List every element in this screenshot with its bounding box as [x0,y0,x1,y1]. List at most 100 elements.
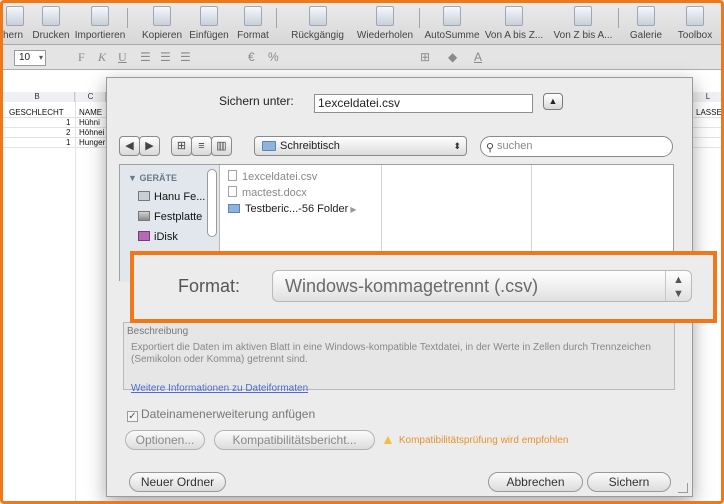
undo-icon [308,6,327,26]
toolbar-separator [127,8,128,28]
italic-button[interactable]: K [98,50,106,65]
sigma-icon [443,6,461,26]
sidebar-item-hanu[interactable]: Hanu Fe... [138,191,205,203]
forward-button[interactable]: ▶ [139,136,160,156]
toolbar-copy-button[interactable]: Kopieren [138,2,186,44]
underline-button[interactable]: U [118,50,127,65]
toolbox-icon [686,6,704,26]
toolbar-save-button[interactable]: chern [0,2,30,44]
warning-icon: ▲ [381,431,395,447]
document-icon [228,170,237,181]
redo-icon [376,6,394,26]
toolbar-format-button[interactable]: Format [233,2,273,44]
cell-header-geschlecht[interactable]: GESCHLECHT [9,108,64,117]
toolbar-toolbox-button[interactable]: Toolbox [672,2,718,44]
align-center-icon[interactable]: ☰ [160,50,171,65]
cancel-button[interactable]: Abbrechen [488,472,583,492]
save-as-filename-input[interactable]: 1exceldatei.csv [314,94,533,113]
back-button[interactable]: ◀ [119,136,140,156]
toolbar-redo-button[interactable]: Wiederholen [355,2,415,44]
icon-grid-icon: ⊞ [176,140,187,152]
font-size-select[interactable]: 10 ▾ [14,50,46,66]
brush-icon [244,6,262,26]
hard-disk-icon [138,211,150,221]
table-row-number[interactable]: 2 [66,128,70,137]
column-header-c[interactable]: C [76,92,106,102]
description-title: Beschreibung [127,326,189,337]
extension-checkbox-row[interactable]: ✓ Dateinamenerweiterung anfügen [127,407,315,422]
resize-grip[interactable] [678,483,688,493]
folder-icon [262,141,276,151]
save-button[interactable]: Sichern [587,472,671,492]
save-as-label: Sichern unter: [219,94,294,108]
toolbar-paste-button[interactable]: Einfügen [187,2,231,44]
toolbar-undo-button[interactable]: Rückgängig [290,2,345,44]
sidebar-item-festplatte[interactable]: Festplatte [138,211,202,223]
sidebar-item-idisk[interactable]: iDisk [138,231,178,243]
compatibility-warning: ▲ Kompatibilitätsprüfung wird empfohlen [381,431,569,447]
location-select[interactable]: Schreibtisch ⬍ [254,136,467,156]
file-item-folder[interactable]: Testberic...-56 Folder ▶ [228,203,356,215]
devices-heading: ▼ GERÄTE [128,173,177,183]
sort-descending-icon [574,6,592,26]
column-header-b[interactable]: B [0,92,75,102]
gallery-icon [637,6,655,26]
collapse-dialog-button[interactable]: ▲ [543,93,563,110]
fill-color-icon[interactable]: ◆ [448,50,457,65]
format-highlight: Format: Windows-kommagetrennt (.csv) ▲ ▼ [130,251,717,323]
search-input[interactable]: ⚲ suchen [480,136,673,157]
align-left-icon[interactable]: ☰ [140,50,151,65]
idisk-icon [138,231,150,241]
bold-button[interactable]: F [78,50,85,65]
table-row-name[interactable]: Hunger [79,138,105,147]
align-right-icon[interactable]: ☰ [180,50,191,65]
description-text: Exportiert die Daten im aktiven Blatt in… [131,342,651,365]
more-info-link[interactable]: Weitere Informationen zu Dateiformaten [131,383,308,394]
table-row-name[interactable]: Höhnei [79,128,104,137]
copy-icon [153,6,171,26]
toolbar-sort-desc-button[interactable]: Von Z bis A... [552,2,614,44]
borders-icon[interactable]: ⊞ [420,50,430,65]
toolbar-autosum-button[interactable]: AutoSumme [424,2,480,44]
toolbar-gallery-button[interactable]: Galerie [626,2,666,44]
format-label: Format: [178,276,241,296]
chevron-right-icon: ▶ [350,205,357,214]
folder-icon [228,204,240,213]
icon-view-button[interactable]: ⊞ [171,136,192,156]
sort-ascending-icon [505,6,523,26]
toolbar-sort-asc-button[interactable]: Von A bis Z... [483,2,545,44]
cell-header-klasse[interactable]: LASSE/( [696,108,724,117]
chevron-right-icon: ▶ [145,140,154,152]
column-view-button[interactable]: ▥ [211,136,232,156]
chevron-left-icon: ◀ [125,140,134,152]
currency-button[interactable]: € [248,50,255,65]
sidebar-scrollbar[interactable] [207,169,217,237]
search-icon: ⚲ [486,142,495,154]
computer-icon [138,191,150,201]
list-icon: ≡ [198,140,205,152]
column-header-l[interactable]: L [693,92,724,102]
cell-header-name[interactable]: NAME [79,108,102,117]
file-item-docx[interactable]: mactest.docx [228,186,307,199]
import-icon [91,6,109,26]
toolbar-separator [419,8,420,28]
font-color-icon[interactable]: A [474,50,482,65]
checkmark-icon[interactable]: ✓ [127,411,138,422]
file-item-csv[interactable]: 1exceldatei.csv [228,170,317,183]
options-button[interactable]: Optionen... [125,430,205,450]
percent-button[interactable]: % [268,50,279,65]
list-view-button[interactable]: ≡ [191,136,212,156]
formatting-bar: 10 ▾ F K U ☰ ☰ ☰ € % ⊞ ◆ A [0,45,724,70]
table-row-number[interactable]: 1 [66,118,70,127]
format-select[interactable]: Windows-kommagetrennt (.csv) ▲ ▼ [272,270,692,302]
toolbar-print-button[interactable]: Drucken [32,2,70,44]
table-row-number[interactable]: 1 [66,138,70,147]
updown-arrows-icon: ▲ ▼ [665,271,691,301]
compatibility-report-button[interactable]: Kompatibilitätsbericht... [214,430,375,450]
table-row-name[interactable]: Hühni [79,118,100,127]
toolbar-import-button[interactable]: Importieren [75,2,125,44]
updown-arrows-icon: ⬍ [453,141,461,151]
new-folder-button[interactable]: Neuer Ordner [129,472,226,492]
document-icon [228,186,237,197]
toolbar-separator [618,8,619,28]
